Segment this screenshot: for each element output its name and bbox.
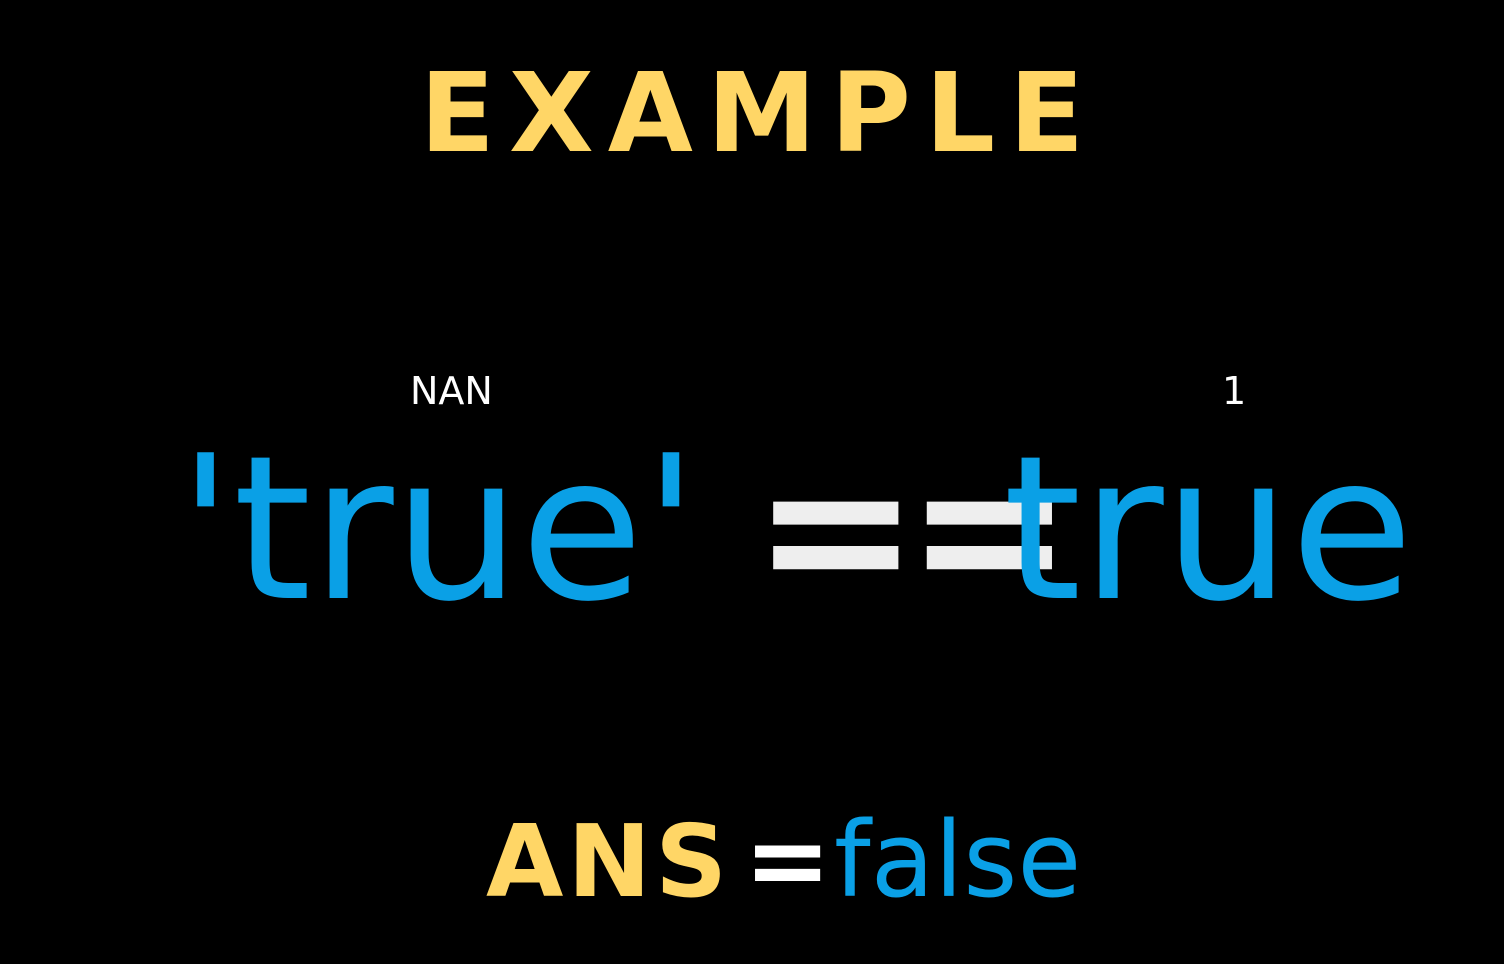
slide-title: EXAMPLE: [419, 49, 1099, 177]
answer-value: false: [834, 799, 1082, 921]
answer-label: ANS: [486, 803, 732, 920]
expression-right-operand: true: [1003, 413, 1414, 646]
expression-left-operand: 'true': [178, 413, 699, 646]
left-operand-coercion-note: NAN: [410, 369, 493, 413]
right-operand-coercion-note: 1: [1222, 369, 1247, 413]
answer-equals-sign: =: [744, 799, 832, 921]
slide: EXAMPLE NAN 1 'true' == true ANS = false: [0, 0, 1504, 964]
